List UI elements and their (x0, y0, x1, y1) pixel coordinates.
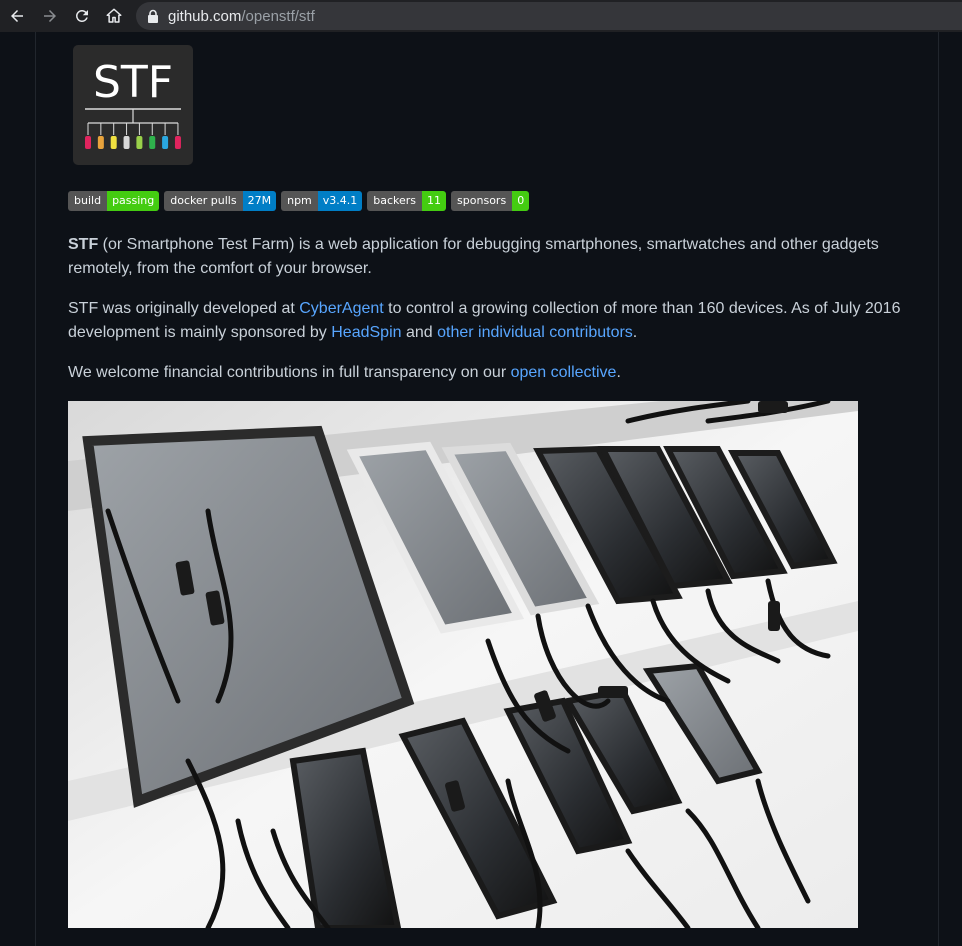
badge-backers[interactable]: backers 11 (367, 191, 447, 211)
device-farm-illustration (68, 401, 858, 928)
url-text: github.com/openstf/stf (168, 8, 315, 25)
badge-build[interactable]: build passing (68, 191, 160, 211)
intro-paragraph: STF (or Smartphone Test Farm) is a web a… (68, 233, 908, 281)
badge-value: 27M (242, 191, 277, 211)
funding-text-1: We welcome financial contributions in fu… (68, 364, 511, 381)
badge-value: passing (107, 191, 160, 211)
badge-value: 0 (512, 191, 530, 211)
badge-label: npm (281, 191, 318, 211)
badge-label: docker pulls (164, 191, 243, 211)
logo-led-7 (174, 136, 181, 149)
badge-value: 11 (422, 191, 447, 211)
logo-led-2 (110, 136, 117, 149)
device-farm-photo[interactable] (68, 401, 858, 928)
badge-docker-pulls[interactable]: docker pulls 27M (164, 191, 277, 211)
arrow-right-icon (44, 10, 56, 22)
stf-logo[interactable]: STF (73, 45, 193, 165)
contributors-link[interactable]: other individual contributors (437, 324, 633, 341)
badge-sponsors[interactable]: sponsors 0 (451, 191, 530, 211)
reload-button[interactable] (70, 4, 94, 28)
headspin-link[interactable]: HeadSpin (331, 324, 401, 341)
forward-button[interactable] (38, 4, 62, 28)
logo-led-6 (162, 136, 169, 149)
stf-logo-graphic: STF (85, 57, 181, 149)
badge-label: backers (367, 191, 423, 211)
logo-led-1 (97, 136, 104, 149)
badge-value: v3.4.1 (317, 191, 363, 211)
url-path: /openstf/stf (241, 8, 315, 25)
logo-led-0 (85, 136, 91, 149)
url-host: github.com (168, 8, 242, 25)
home-button[interactable] (102, 4, 126, 28)
arrow-left-icon (11, 10, 23, 22)
badge-label: build (68, 191, 108, 211)
home-icon (106, 8, 122, 23)
history-text-1: STF was originally developed at (68, 300, 300, 317)
browser-toolbar: github.com/openstf/stf (0, 0, 962, 32)
lock-icon (148, 9, 158, 23)
back-button[interactable] (5, 4, 29, 28)
badge-row: build passing docker pulls 27M npm v3.4.1 back… (68, 191, 530, 211)
funding-text-2: . (616, 364, 621, 381)
logo-led-5 (149, 136, 156, 149)
logo-led-3 (123, 136, 130, 149)
open-collective-link[interactable]: open collective (511, 364, 617, 381)
logo-text: STF (93, 57, 173, 108)
intro-text: (or Smartphone Test Farm) is a web appli… (68, 236, 879, 277)
reload-icon (75, 9, 88, 22)
history-text-3: and (401, 324, 438, 341)
history-text-4: . (632, 324, 638, 341)
history-paragraph: STF was originally developed at CyberAge… (68, 297, 908, 345)
readme-content: STF build passing docker pulls 27M npm v3.4.1… (35, 32, 939, 946)
badge-label: sponsors (451, 191, 513, 211)
project-name: STF (68, 236, 99, 253)
funding-paragraph: We welcome financial contributions in fu… (68, 361, 908, 385)
cyberagent-link[interactable]: CyberAgent (299, 300, 384, 317)
badge-npm[interactable]: npm v3.4.1 (281, 191, 363, 211)
logo-led-4 (136, 136, 143, 149)
address-bar[interactable]: github.com/openstf/stf (136, 2, 962, 30)
